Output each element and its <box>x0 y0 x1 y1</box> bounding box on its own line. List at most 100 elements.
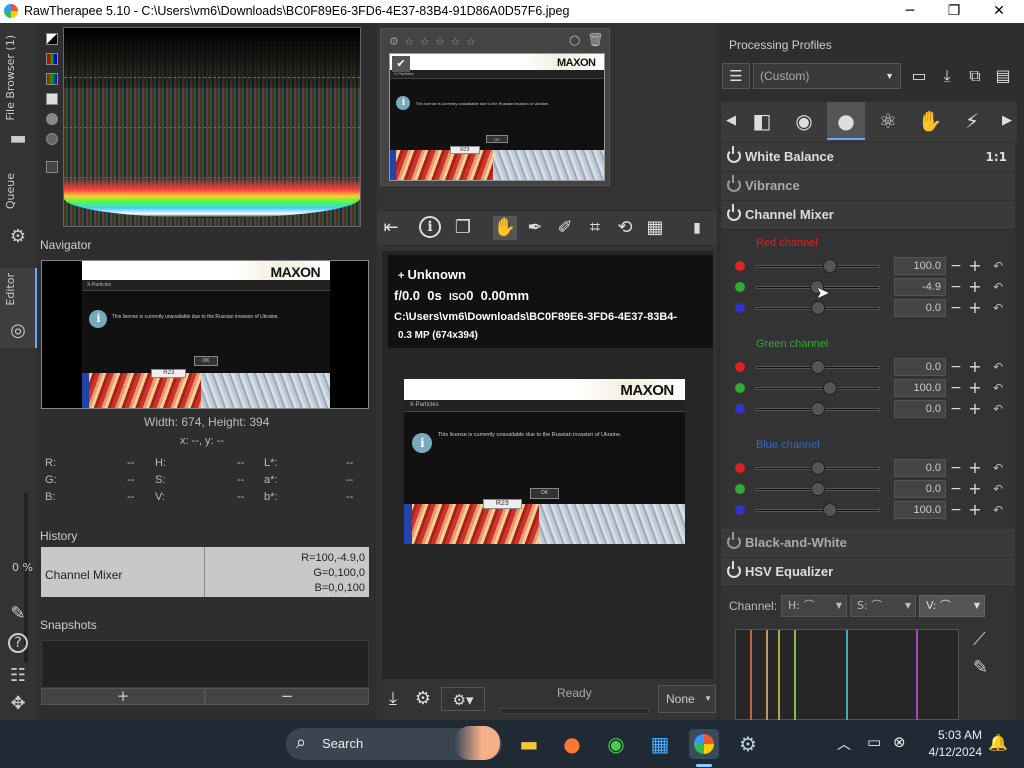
tab-advanced-icon[interactable]: ⚛ <box>869 102 907 140</box>
curve-pencil-icon[interactable]: ✎ <box>973 657 988 678</box>
reset-icon[interactable]: ↶ <box>990 400 1006 418</box>
notification-bell-icon[interactable]: 🔔 <box>988 733 1008 752</box>
decrement-button[interactable]: − <box>947 400 965 418</box>
hsv-s-select[interactable]: S: ⌒ ▼ <box>850 595 916 617</box>
selected-check-icon[interactable]: ✔ <box>392 56 410 72</box>
histogram-luminance-icon[interactable] <box>46 33 58 45</box>
mixer-value-field[interactable]: 0.0 <box>894 459 946 477</box>
mixer-slider-track[interactable] <box>756 387 880 390</box>
rating-stars[interactable]: ⚙ ☆ ☆ ☆ ☆ ☆ <box>389 35 477 48</box>
straighten-icon[interactable]: ⟲ <box>613 216 637 240</box>
tab-editor[interactable]: Editor <box>4 273 17 306</box>
sliders-icon[interactable]: ☷ <box>7 665 29 687</box>
filmstrip-thumbnail[interactable]: MAXON X-Particles i This license is curr… <box>389 53 605 181</box>
reset-icon[interactable]: ↶ <box>990 278 1006 296</box>
remove-snapshot-button[interactable]: − <box>205 688 369 705</box>
increment-button[interactable]: + <box>966 379 984 397</box>
tab-scroll-right-icon[interactable]: ▶ <box>997 102 1017 140</box>
histogram-channels-icon[interactable] <box>46 73 58 85</box>
edit-icon[interactable]: ✎ <box>7 603 29 625</box>
hand-icon[interactable]: ✋ <box>493 216 517 240</box>
copy-profile-icon[interactable]: ⧉ <box>962 63 988 89</box>
histogram-scope-icon[interactable] <box>46 133 58 145</box>
open-folder-icon[interactable]: ▭ <box>906 63 932 89</box>
mixer-value-field[interactable]: 100.0 <box>894 257 946 275</box>
network-icon[interactable]: ▭ <box>867 733 881 751</box>
external-editor-icon[interactable]: ⚙▾ <box>441 687 485 711</box>
help-icon[interactable]: ? <box>8 633 28 653</box>
tray-chevron-up-icon[interactable]: ︿ <box>837 734 851 754</box>
aperture-icon[interactable]: ◎ <box>7 320 29 342</box>
decrement-button[interactable]: − <box>947 358 965 376</box>
paste-profile-icon[interactable]: ▤ <box>990 63 1016 89</box>
perspective-icon[interactable]: ▦ <box>643 216 667 240</box>
mixer-value-field[interactable]: -4.9 <box>894 278 946 296</box>
decrement-button[interactable]: − <box>947 257 965 275</box>
info-icon[interactable]: i <box>419 216 441 238</box>
histogram-chroma-icon[interactable] <box>46 113 58 125</box>
mixer-slider-knob[interactable] <box>811 482 825 496</box>
mixer-value-field[interactable]: 0.0 <box>894 480 946 498</box>
hsv-equalizer-header[interactable]: HSV Equalizer <box>721 558 1015 586</box>
tab-file-browser[interactable]: File Browser (1) <box>4 35 17 121</box>
tab-color-icon[interactable]: ● <box>827 102 865 140</box>
mixer-value-field[interactable]: 100.0 <box>894 379 946 397</box>
maximize-button[interactable]: ❐ <box>931 0 977 23</box>
store-icon[interactable]: ▦ <box>645 729 675 759</box>
histogram-options-icon[interactable] <box>46 161 58 173</box>
queue-gear-icon[interactable]: ⚙ <box>411 687 435 711</box>
mixer-slider-knob[interactable] <box>811 402 825 416</box>
clock-time[interactable]: 5:03 AM <box>924 728 982 742</box>
mixer-slider-knob[interactable] <box>823 381 838 395</box>
firefox-icon[interactable]: ● <box>557 729 587 759</box>
taskbar-search[interactable]: ⌕ Search <box>286 726 502 760</box>
increment-button[interactable]: + <box>966 358 984 376</box>
mixer-slider-track[interactable] <box>756 509 880 512</box>
hide-panel-icon[interactable]: ⇤ <box>379 216 403 240</box>
mixer-value-field[interactable]: 0.0 <box>894 358 946 376</box>
hsv-v-select[interactable]: V: ⌒ ▼ <box>919 595 985 617</box>
histogram-raw-icon[interactable] <box>46 93 58 105</box>
black-and-white-header[interactable]: Black-and-White <box>721 529 1015 557</box>
vibrance-header[interactable]: Vibrance <box>721 172 1015 200</box>
gear-icon[interactable]: ⚙ <box>7 226 29 248</box>
histogram-rgb-icon[interactable] <box>46 53 58 65</box>
increment-button[interactable]: + <box>966 400 984 418</box>
mixer-value-field[interactable]: 100.0 <box>894 501 946 519</box>
add-snapshot-button[interactable]: + <box>41 688 205 705</box>
reset-icon[interactable]: ↶ <box>990 501 1006 519</box>
mixer-slider-knob[interactable] <box>811 360 825 374</box>
reset-icon[interactable]: ↶ <box>990 379 1006 397</box>
output-profile-select[interactable]: None ▼ <box>658 685 716 713</box>
tab-exposure-icon[interactable]: ◧ <box>743 102 781 140</box>
tab-transform-icon[interactable]: ✋ <box>911 102 949 140</box>
mixer-slider-knob[interactable] <box>811 301 825 315</box>
white-balance-header[interactable]: White Balance 1:1 <box>721 143 1015 171</box>
reset-icon[interactable]: ↶ <box>990 358 1006 376</box>
decrement-button[interactable]: − <box>947 379 965 397</box>
rawtherapee-taskbar-icon[interactable] <box>689 729 719 759</box>
trash-icon[interactable]: 🗑 <box>587 33 604 48</box>
decrement-button[interactable]: − <box>947 501 965 519</box>
mixer-value-field[interactable]: 0.0 <box>894 299 946 317</box>
increment-button[interactable]: + <box>966 278 984 296</box>
increment-button[interactable]: + <box>966 501 984 519</box>
minimize-button[interactable]: ─ <box>887 0 933 23</box>
mixer-slider-knob[interactable] <box>823 503 838 517</box>
increment-button[interactable]: + <box>966 480 984 498</box>
history-item-label[interactable]: Channel Mixer <box>45 568 122 582</box>
history-list[interactable]: Channel Mixer R=100,-4.9,0 G=0,100,0 B=0… <box>41 547 369 597</box>
move-icon[interactable]: ✥ <box>7 693 29 715</box>
curve-edit-icon[interactable]: ⟋ <box>973 629 986 650</box>
mixer-slider-knob[interactable] <box>811 461 825 475</box>
snapshots-list[interactable] <box>41 640 369 688</box>
decrement-button[interactable]: − <box>947 299 965 317</box>
crop-icon[interactable]: ⌗ <box>583 216 607 240</box>
file-explorer-icon[interactable]: ▬ <box>514 729 544 759</box>
mixer-value-field[interactable]: 0.0 <box>894 400 946 418</box>
color-picker-icon[interactable]: ✐ <box>553 216 577 240</box>
navigator-preview[interactable]: MAXON X-Particles i This license is curr… <box>41 260 369 409</box>
increment-button[interactable]: + <box>966 299 984 317</box>
volume-muted-icon[interactable]: ⊗ <box>893 733 906 751</box>
reject-icon[interactable]: ○ <box>569 33 580 48</box>
